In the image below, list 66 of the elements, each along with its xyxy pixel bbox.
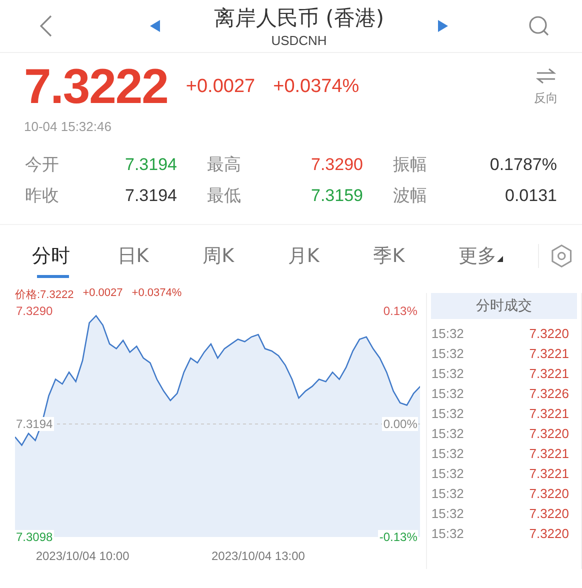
quote-time: 10-04 15:32:46 bbox=[24, 119, 112, 134]
chart-change-percent: +0.0374% bbox=[132, 287, 182, 301]
axis-percent-label: -0.13% bbox=[378, 530, 418, 544]
period-tab[interactable]: 分时 bbox=[20, 236, 106, 276]
time-axis-label: 2023/10/04 13:00 bbox=[212, 549, 305, 563]
trade-price: 7.3220 bbox=[529, 506, 569, 520]
stat-value: 7.3159 bbox=[310, 185, 364, 207]
trade-time: 15:32 bbox=[431, 506, 464, 520]
instrument-title: 离岸人民币 (香港) bbox=[214, 4, 384, 30]
trade-price: 7.3221 bbox=[529, 446, 569, 460]
next-icon[interactable] bbox=[438, 20, 448, 32]
stat-value: 7.3290 bbox=[310, 154, 364, 176]
trade-time: 15:32 bbox=[431, 466, 464, 480]
chart-change: +0.0027 bbox=[82, 287, 123, 301]
axis-price-label: 7.3290 bbox=[15, 304, 54, 318]
price-change: +0.0027 bbox=[186, 76, 256, 98]
stat-value: 7.3194 bbox=[124, 154, 178, 176]
period-tab[interactable]: 月K bbox=[276, 236, 362, 276]
previous-icon[interactable] bbox=[150, 20, 160, 32]
reverse-button[interactable]: 反向 bbox=[534, 68, 558, 106]
chart-price-info: 价格:7.3222 bbox=[15, 288, 74, 303]
axis-percent-label: 0.13% bbox=[382, 304, 418, 318]
trade-price: 7.3220 bbox=[529, 526, 569, 540]
stat-label: 最低 bbox=[207, 185, 242, 207]
stat-label: 振幅 bbox=[393, 154, 428, 176]
stat-value: 0.0131 bbox=[504, 185, 557, 207]
trade-price: 7.3220 bbox=[529, 326, 569, 340]
stat-label: 今开 bbox=[25, 154, 60, 176]
trade-price: 7.3220 bbox=[529, 486, 569, 500]
caret-icon bbox=[497, 256, 504, 262]
stat-label: 波幅 bbox=[393, 185, 428, 207]
trade-price: 7.3221 bbox=[529, 406, 569, 420]
trade-time: 15:32 bbox=[431, 346, 464, 360]
trade-time: 15:32 bbox=[431, 526, 464, 540]
trade-price: 7.3221 bbox=[529, 466, 569, 480]
trade-price: 7.3221 bbox=[529, 366, 569, 380]
trade-time: 15:32 bbox=[431, 326, 464, 340]
axis-percent-label: 0.00% bbox=[382, 417, 418, 431]
trade-time: 15:32 bbox=[431, 486, 464, 500]
period-tab[interactable]: 日K bbox=[105, 236, 191, 276]
stat-label: 最高 bbox=[207, 154, 242, 176]
axis-price-label: 7.3098 bbox=[15, 530, 54, 544]
trade-price: 7.3226 bbox=[529, 386, 569, 400]
trade-time: 15:32 bbox=[431, 406, 464, 420]
back-icon[interactable] bbox=[40, 15, 52, 37]
trade-time: 15:32 bbox=[431, 426, 464, 440]
settings-icon[interactable] bbox=[538, 244, 572, 268]
stat-value: 0.1787% bbox=[488, 154, 557, 176]
trade-price: 7.3221 bbox=[529, 346, 569, 360]
trade-price: 7.3220 bbox=[529, 426, 569, 440]
axis-price-label: 7.3194 bbox=[15, 417, 54, 431]
time-axis-label: 2023/10/04 10:00 bbox=[36, 549, 130, 563]
instrument-code: USDCNH bbox=[271, 32, 327, 48]
trades-header: 分时成交 bbox=[431, 293, 577, 319]
stat-label: 昨收 bbox=[25, 185, 60, 207]
trade-time: 15:32 bbox=[431, 446, 464, 460]
trade-time: 15:32 bbox=[431, 366, 464, 380]
swap-icon bbox=[536, 68, 556, 84]
price-change-percent: +0.0374% bbox=[273, 76, 360, 98]
period-tab[interactable]: 季K bbox=[361, 236, 446, 276]
search-icon[interactable] bbox=[528, 15, 550, 37]
stat-value: 7.3194 bbox=[124, 185, 178, 207]
period-tab[interactable]: 周K bbox=[190, 236, 276, 276]
trade-time: 15:32 bbox=[431, 386, 464, 400]
period-tab[interactable]: 更多 bbox=[446, 236, 532, 276]
last-price: 7.3222 bbox=[24, 59, 168, 115]
